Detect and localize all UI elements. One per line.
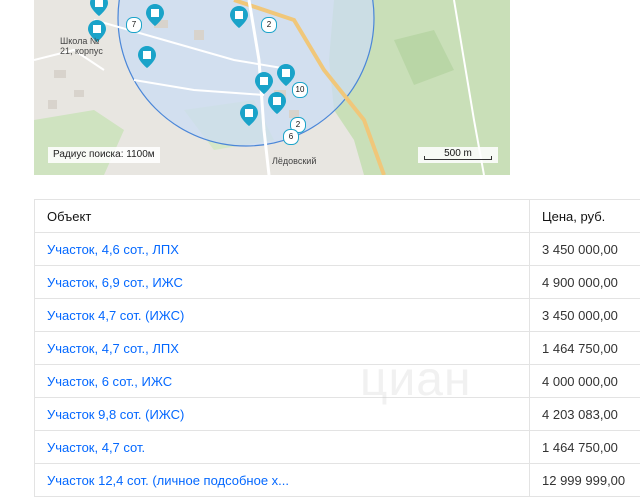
table-row: Участок 12,4 сот. (личное подсобное х...…	[35, 464, 640, 497]
listing-pin-icon[interactable]	[255, 72, 273, 94]
table-row: Участок, 6 сот., ИЖС4 000 000,00	[35, 365, 640, 398]
listing-pin-icon[interactable]	[138, 46, 156, 68]
listing-link[interactable]: Участок 12,4 сот. (личное подсобное х...	[35, 464, 530, 497]
listing-pin-icon[interactable]	[90, 0, 108, 16]
listing-pin-icon[interactable]	[230, 6, 248, 28]
table-row: Участок 9,8 сот. (ИЖС)4 203 083,00	[35, 398, 640, 431]
listing-link[interactable]: Участок, 4,7 сот.	[35, 431, 530, 464]
listing-link[interactable]: Участок 9,8 сот. (ИЖС)	[35, 398, 530, 431]
table-header-row: Объект Цена, руб.	[35, 200, 640, 233]
listings-table: Объект Цена, руб. Участок, 4,6 сот., ЛПХ…	[34, 199, 640, 497]
map-scale: 500 m	[418, 147, 498, 163]
listings-table-container: Объект Цена, руб. Участок, 4,6 сот., ЛПХ…	[34, 199, 640, 497]
table-row: Участок, 4,7 сот., ЛПХ1 464 750,00	[35, 332, 640, 365]
cluster-badge[interactable]: 2	[261, 17, 277, 33]
cluster-badge[interactable]: 7	[126, 17, 142, 33]
listing-pin-icon[interactable]	[146, 4, 164, 26]
listing-price: 4 203 083,00	[530, 398, 640, 431]
column-header-price: Цена, руб.	[530, 200, 640, 233]
listing-link[interactable]: Участок, 4,6 сот., ЛПХ	[35, 233, 530, 266]
listing-link[interactable]: Участок, 6,9 сот., ИЖС	[35, 266, 530, 299]
search-radius-label: Радиус поиска: 1100м	[48, 147, 160, 163]
cluster-badge[interactable]: 10	[292, 82, 308, 98]
listing-price: 12 999 999,00	[530, 464, 640, 497]
place-label: Школа № 21, корпус	[60, 36, 106, 56]
cluster-badge[interactable]: 6	[283, 129, 299, 145]
table-row: Участок, 4,7 сот.1 464 750,00	[35, 431, 640, 464]
listing-pin-icon[interactable]	[268, 92, 286, 114]
search-radius-map[interactable]: 2 7 10 2 6 Школа № 21, корпус Лёдовский …	[34, 0, 510, 175]
place-label: Лёдовский	[272, 156, 316, 166]
table-row: Участок, 4,6 сот., ЛПХ3 450 000,00	[35, 233, 640, 266]
table-row: Участок, 6,9 сот., ИЖС4 900 000,00	[35, 266, 640, 299]
map-scale-bar	[424, 156, 492, 160]
table-row: Участок 4,7 сот. (ИЖС)3 450 000,00	[35, 299, 640, 332]
listing-price: 4 000 000,00	[530, 365, 640, 398]
listing-link[interactable]: Участок, 4,7 сот., ЛПХ	[35, 332, 530, 365]
listing-price: 1 464 750,00	[530, 431, 640, 464]
listing-price: 3 450 000,00	[530, 233, 640, 266]
listing-price: 4 900 000,00	[530, 266, 640, 299]
listing-link[interactable]: Участок, 6 сот., ИЖС	[35, 365, 530, 398]
listing-pin-icon[interactable]	[240, 104, 258, 126]
column-header-object: Объект	[35, 200, 530, 233]
listing-price: 1 464 750,00	[530, 332, 640, 365]
listing-pin-icon[interactable]	[277, 64, 295, 86]
listing-link[interactable]: Участок 4,7 сот. (ИЖС)	[35, 299, 530, 332]
listing-price: 3 450 000,00	[530, 299, 640, 332]
